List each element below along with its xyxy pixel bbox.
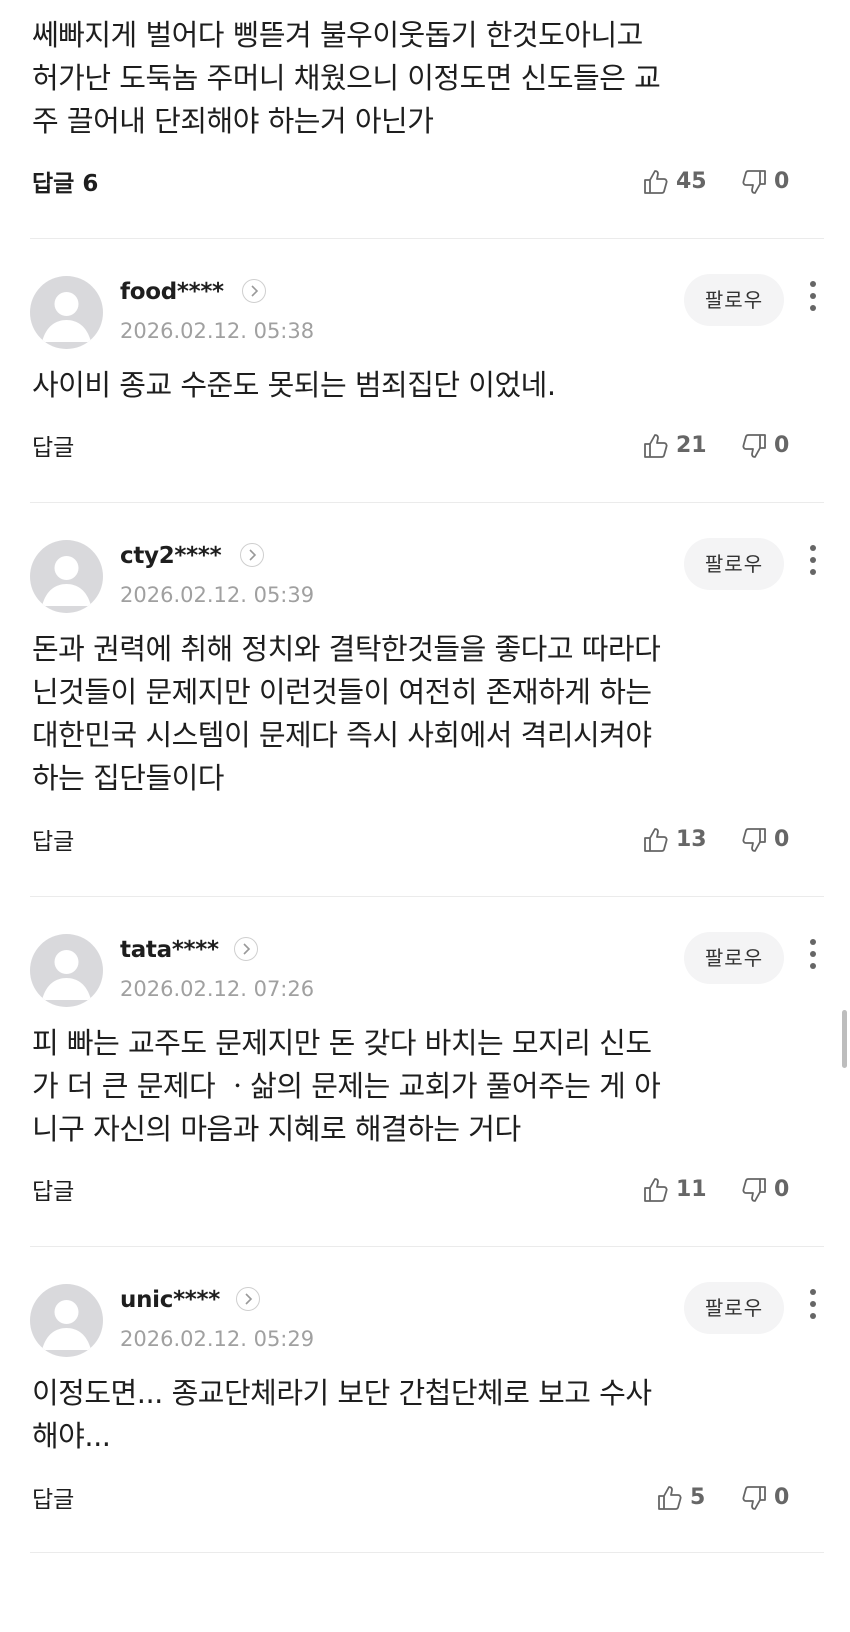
- comment-nickname[interactable]: tata****: [120, 936, 219, 964]
- thumbs-up-icon: [642, 1176, 670, 1204]
- default-avatar-icon[interactable]: [30, 1284, 103, 1357]
- dislike-button[interactable]: 0: [740, 1176, 789, 1204]
- comment-date: 2026.02.12. 05:29: [120, 1327, 315, 1351]
- chevron-right-circle-icon[interactable]: [236, 1287, 260, 1311]
- like-button[interactable]: 45: [642, 168, 707, 196]
- comment-body: 이정도면... 종교단체라기 보단 간첩단체로 보고 수사 해야...: [32, 1376, 652, 1453]
- dislike-count: 0: [774, 1177, 790, 1202]
- reply-label: 답글: [32, 171, 75, 197]
- comment-date: 2026.02.12. 05:39: [120, 583, 315, 607]
- reply-button[interactable]: 답글: [32, 828, 74, 856]
- dislike-count: 0: [774, 169, 790, 194]
- like-count: 45: [676, 169, 707, 194]
- like-count: 21: [676, 433, 707, 458]
- dislike-button[interactable]: 0: [740, 1484, 789, 1512]
- follow-button[interactable]: 팔로우: [684, 538, 784, 590]
- like-count: 13: [676, 827, 707, 852]
- comment-body: 사이비 종교 수준도 못되는 범죄집단 이었네.: [32, 368, 556, 402]
- like-button[interactable]: 21: [642, 432, 707, 460]
- divider: [30, 1246, 824, 1247]
- default-avatar-icon[interactable]: [30, 934, 103, 1007]
- reply-button[interactable]: 답글: [32, 434, 74, 462]
- like-button[interactable]: 13: [642, 826, 707, 854]
- reply-button[interactable]: 답글: [32, 1178, 74, 1206]
- thumbs-down-icon: [740, 432, 768, 460]
- thumbs-down-icon: [740, 826, 768, 854]
- thumbs-up-icon: [642, 432, 670, 460]
- chevron-right-circle-icon[interactable]: [242, 279, 266, 303]
- chevron-right-circle-icon[interactable]: [234, 937, 258, 961]
- default-avatar-icon[interactable]: [30, 276, 103, 349]
- dislike-count: 0: [774, 1485, 790, 1510]
- more-vertical-icon[interactable]: [806, 278, 820, 318]
- comment-body: 피 빠는 교주도 문제지만 돈 갖다 바치는 모지리 신도 가 더 큰 문제다 …: [32, 1026, 661, 1146]
- like-button[interactable]: 5: [656, 1484, 705, 1512]
- scrollbar[interactable]: [842, 1010, 847, 1068]
- dislike-button[interactable]: 0: [740, 432, 789, 460]
- thumbs-up-icon: [642, 826, 670, 854]
- comment-nickname[interactable]: food****: [120, 278, 224, 306]
- dislike-button[interactable]: 0: [740, 168, 789, 196]
- divider: [30, 896, 824, 897]
- comment-date: 2026.02.12. 07:26: [120, 977, 315, 1001]
- more-vertical-icon[interactable]: [806, 1286, 820, 1326]
- like-count: 5: [690, 1485, 706, 1510]
- comment-nickname[interactable]: cty2****: [120, 542, 222, 570]
- more-vertical-icon[interactable]: [806, 542, 820, 582]
- reply-button[interactable]: 답글: [32, 1486, 74, 1514]
- divider: [30, 238, 824, 239]
- follow-button[interactable]: 팔로우: [684, 932, 784, 984]
- divider: [30, 502, 824, 503]
- default-avatar-icon[interactable]: [30, 540, 103, 613]
- chevron-right-circle-icon[interactable]: [240, 543, 264, 567]
- comment-nickname[interactable]: unic****: [120, 1286, 220, 1314]
- comment-body: 쎄빠지게 벌어다 삥뜯겨 불우이웃돕기 한것도아니고 허가난 도둑놈 주머니 채…: [32, 18, 661, 138]
- dislike-count: 0: [774, 433, 790, 458]
- comment-date: 2026.02.12. 05:38: [120, 319, 315, 343]
- thumbs-down-icon: [740, 1176, 768, 1204]
- dislike-count: 0: [774, 827, 790, 852]
- reply-button[interactable]: 답글 6: [32, 170, 98, 198]
- thumbs-up-icon: [656, 1484, 684, 1512]
- thumbs-down-icon: [740, 168, 768, 196]
- follow-button[interactable]: 팔로우: [684, 1282, 784, 1334]
- thumbs-down-icon: [740, 1484, 768, 1512]
- like-button[interactable]: 11: [642, 1176, 707, 1204]
- dislike-button[interactable]: 0: [740, 826, 789, 854]
- reply-count: 6: [82, 171, 99, 197]
- more-vertical-icon[interactable]: [806, 936, 820, 976]
- follow-button[interactable]: 팔로우: [684, 274, 784, 326]
- thumbs-up-icon: [642, 168, 670, 196]
- divider: [30, 1552, 824, 1553]
- comment-body: 돈과 권력에 취해 정치와 결탁한것들을 좋다고 따라다 닌것들이 문제지만 이…: [32, 632, 661, 795]
- like-count: 11: [676, 1177, 707, 1202]
